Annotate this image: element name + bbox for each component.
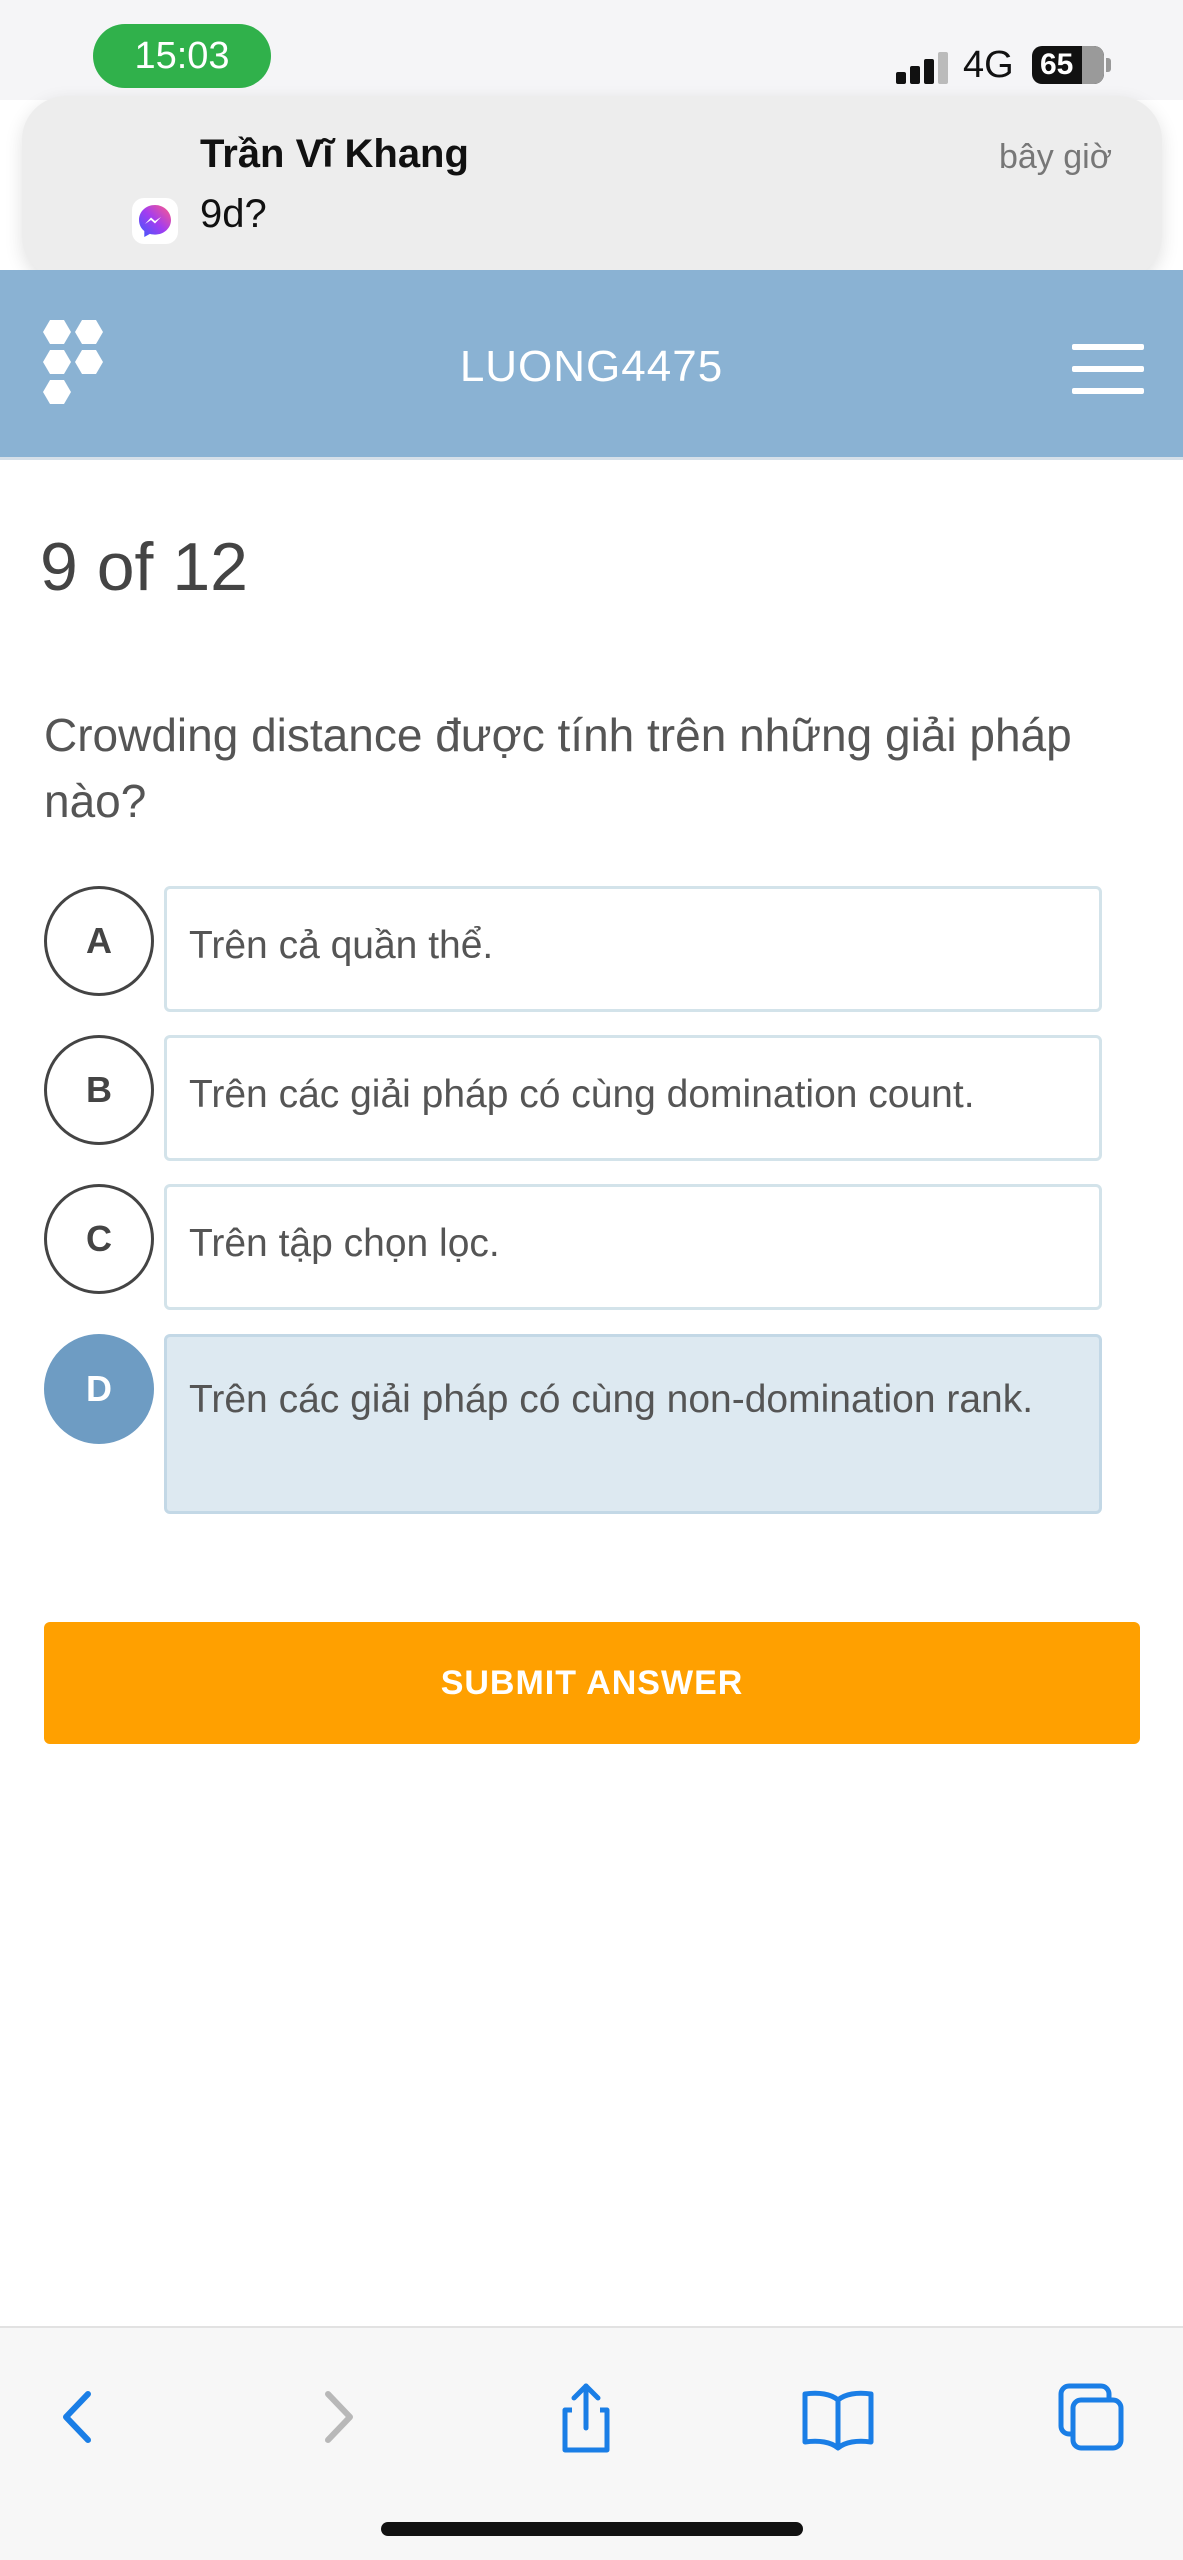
notification-time: bây giờ (998, 138, 1112, 176)
hamburger-menu-icon[interactable] (1072, 344, 1144, 394)
option-d-answer[interactable]: Trên các giải pháp có cùng non-dominatio… (164, 1334, 1102, 1514)
question-progress: 9 of 12 (40, 529, 248, 605)
notification-sender: Trần Vĩ Khang (200, 132, 469, 176)
status-bar: 15:03 4G 65 (0, 0, 1183, 100)
option-b-answer[interactable]: Trên các giải pháp có cùng domination co… (164, 1035, 1102, 1161)
option-a-answer[interactable]: Trên cả quần thể. (164, 886, 1102, 1012)
battery-icon: 65 (1032, 46, 1104, 84)
option-b-circle[interactable]: B (44, 1035, 154, 1145)
question-text: Crowding distance được tính trên những g… (44, 709, 1072, 827)
option-d-circle[interactable]: D (44, 1334, 154, 1444)
battery-nub (1106, 58, 1111, 72)
tabs-icon[interactable] (1045, 2372, 1135, 2462)
page-title: LUONG4475 (459, 342, 724, 391)
cellular-signal-icon (896, 52, 950, 84)
forward-icon[interactable] (292, 2372, 382, 2462)
submit-answer-button[interactable]: SUBMIT ANSWER (44, 1622, 1140, 1744)
messenger-icon (132, 198, 178, 244)
home-indicator[interactable] (381, 2522, 803, 2536)
share-icon[interactable] (541, 2372, 631, 2462)
status-time: 15:03 (93, 24, 271, 88)
back-icon[interactable] (34, 2372, 124, 2462)
app-header: LUONG4475 (0, 270, 1183, 460)
option-c-circle[interactable]: C (44, 1184, 154, 1294)
network-type: 4G (963, 44, 1014, 86)
notification-banner[interactable]: Trần Vĩ Khang bây giờ 9d? (22, 96, 1162, 280)
bookmarks-icon[interactable] (793, 2372, 883, 2462)
option-c-answer[interactable]: Trên tập chọn lọc. (164, 1184, 1102, 1310)
notification-message: 9d? (200, 192, 267, 236)
option-a-circle[interactable]: A (44, 886, 154, 996)
